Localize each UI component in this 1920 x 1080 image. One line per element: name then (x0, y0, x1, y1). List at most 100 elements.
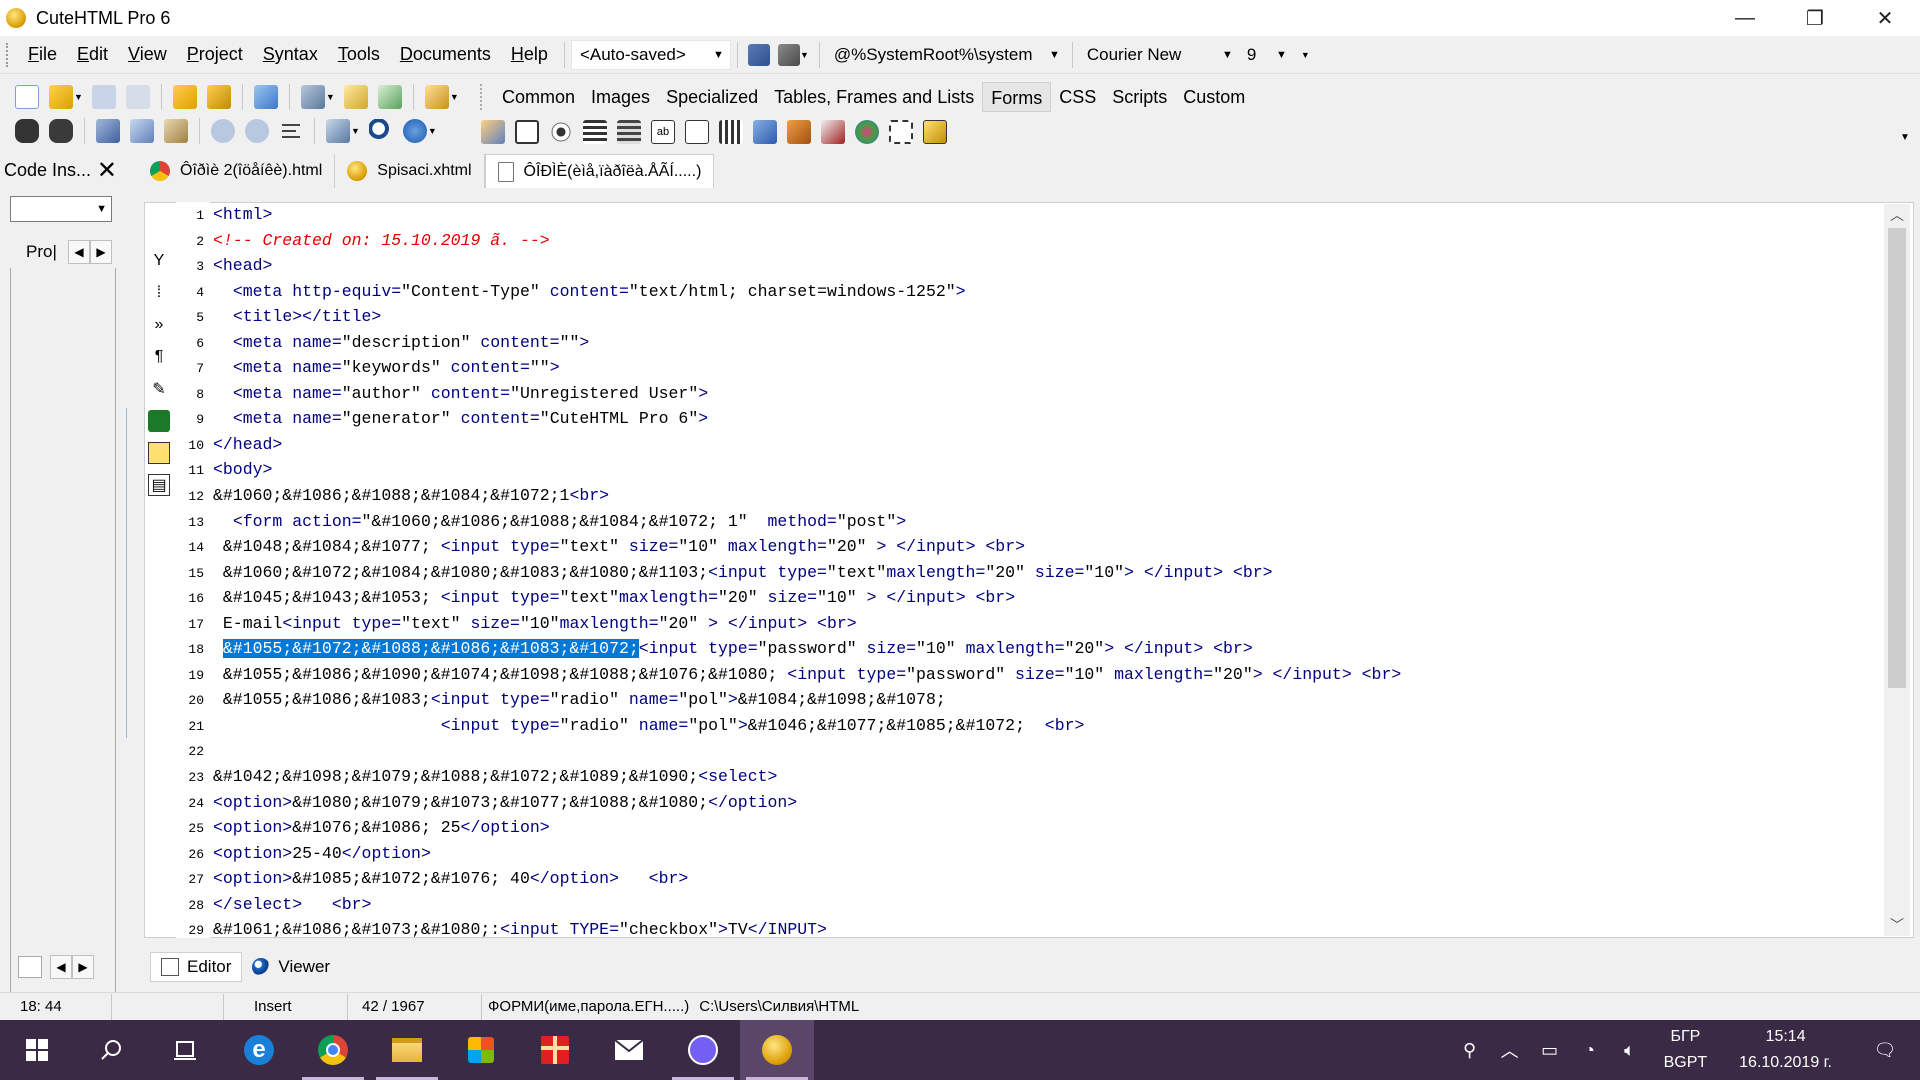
font-name-combo[interactable]: Courier New ▼ (1078, 39, 1239, 70)
cutehtml-icon[interactable] (740, 1020, 814, 1080)
document-tab[interactable]: ÔÎÐÌÈ(èìå,ïàðîëà.ÅÃÍ.....) (484, 154, 715, 188)
pencil-icon[interactable]: ✎ (148, 378, 170, 400)
drop-down-icon[interactable] (617, 120, 641, 144)
panel-right-arrow[interactable]: ▶ (72, 955, 94, 979)
code-line[interactable]: <!-- Created on: 15.10.2019 ã. --> (212, 228, 1882, 254)
document-tab[interactable]: Ôîðìè 2(îöåíêè).html (138, 154, 336, 188)
open-project-icon[interactable] (206, 85, 231, 109)
code-line[interactable]: &#1060;&#1072;&#1084;&#1080;&#1083;&#108… (212, 560, 1882, 586)
scroll-down-arrow[interactable]: ﹀ (1884, 914, 1910, 936)
inspector-tree[interactable] (10, 268, 116, 1068)
notification-icon[interactable]: 🗨︎ (1850, 1020, 1920, 1080)
undo-icon[interactable] (211, 119, 235, 143)
store-icon[interactable] (444, 1020, 518, 1080)
code-line[interactable]: &#1061;&#1086;&#1073;&#1080;:<input TYPE… (212, 917, 1882, 938)
code-line[interactable]: <html> (212, 202, 1882, 228)
chevron-down-icon[interactable]: ▼ (800, 50, 809, 60)
chevron-down-icon[interactable]: ▼ (450, 92, 459, 102)
volume-icon[interactable]: 🔈︎ (1610, 1020, 1650, 1080)
paste-icon[interactable] (164, 119, 188, 143)
code-line[interactable]: &#1055;&#1086;&#1083;<input type="radio"… (212, 687, 1882, 713)
tag-tab-tables-frames-and-lists[interactable]: Tables, Frames and Lists (766, 82, 982, 112)
clock[interactable]: 15:14 16.10.2019 г. (1739, 1024, 1832, 1076)
fieldset-icon[interactable] (923, 120, 947, 144)
browser-preview-icon[interactable] (402, 119, 427, 143)
select-icon[interactable] (719, 120, 743, 144)
code-line[interactable]: <form action="&#1060;&#1086;&#1088;&#108… (212, 509, 1882, 535)
more-icon[interactable]: » (148, 314, 170, 336)
tab-left-arrow[interactable]: ◀ (68, 240, 90, 264)
save-all-icon[interactable] (125, 85, 150, 109)
code-line[interactable]: E-mail<input type="text" size="10"maxlen… (212, 611, 1882, 637)
filter-icon[interactable]: Y (148, 250, 170, 272)
vertical-scrollbar[interactable]: ︿ ﹀ (1884, 204, 1910, 936)
tag-tab-specialized[interactable]: Specialized (658, 82, 766, 112)
people-icon[interactable]: ⚲ (1450, 1020, 1490, 1080)
table-icon[interactable]: ▤ (148, 474, 170, 496)
code-line[interactable]: &#1042;&#1098;&#1079;&#1088;&#1072;&#108… (212, 764, 1882, 790)
toolbar-grip[interactable] (6, 42, 10, 67)
code-line[interactable]: </head> (212, 432, 1882, 458)
spellcheck-icon[interactable] (326, 119, 350, 143)
tag-tab-forms[interactable]: Forms (982, 82, 1052, 112)
code-line[interactable]: &#1060;&#1086;&#1088;&#1084;&#1072;1<br> (212, 483, 1882, 509)
book-icon[interactable] (148, 410, 170, 432)
image-button-icon[interactable] (753, 120, 777, 144)
tab-editor[interactable]: Editor (150, 952, 243, 982)
minimize-button[interactable]: — (1710, 0, 1780, 36)
menu-edit[interactable]: Edit (67, 44, 118, 65)
code-line[interactable]: &#1055;&#1086;&#1090;&#1074;&#1098;&#108… (212, 662, 1882, 688)
charset-combo[interactable]: @%SystemRoot%\system ▼ (825, 39, 1066, 70)
code-line[interactable]: <meta name="keywords" content=""> (212, 355, 1882, 381)
code-line[interactable]: <option>&#1085;&#1072;&#1076; 40</option… (212, 866, 1882, 892)
find-icon[interactable] (15, 119, 39, 143)
autosaved-combo[interactable]: <Auto-saved> ▼ (570, 39, 731, 70)
close-icon[interactable]: ✕ (97, 156, 117, 185)
text-area-icon[interactable] (685, 120, 709, 144)
chevron-down-icon[interactable]: ▼ (326, 92, 335, 102)
close-button[interactable]: ✕ (1850, 0, 1920, 36)
code-line[interactable]: <option>&#1076;&#1086; 25</option> (212, 815, 1882, 841)
save-icon[interactable] (91, 85, 116, 109)
cut-icon[interactable] (96, 119, 120, 143)
replace-icon[interactable] (49, 119, 73, 143)
code-editor[interactable]: <html> <!-- Created on: 15.10.2019 ã. -->… (212, 202, 1882, 938)
menu-view[interactable]: View (118, 44, 177, 65)
chevron-down-icon[interactable]: ▼ (351, 126, 360, 136)
code-line[interactable]: </select> <br> (212, 892, 1882, 918)
restore-button[interactable]: ❐ (1780, 0, 1850, 36)
menu-syntax[interactable]: Syntax (253, 44, 328, 65)
code-line[interactable]: <meta http-equiv="Content-Type" content=… (212, 279, 1882, 305)
gift-icon[interactable] (518, 1020, 592, 1080)
toolbar-grip[interactable] (480, 84, 490, 110)
tag-tab-custom[interactable]: Custom (1175, 82, 1253, 112)
tag-tab-css[interactable]: CSS (1051, 82, 1104, 112)
panel-tab-label[interactable]: Pro| (10, 242, 68, 262)
remove-windows-icon[interactable] (777, 43, 800, 66)
document-tab[interactable]: Spisaci.xhtml (335, 154, 485, 188)
code-line[interactable]: <meta name="generator" content="CuteHTML… (212, 406, 1882, 432)
chevron-down-icon[interactable]: ▼ (1301, 50, 1310, 60)
radio-button-icon[interactable] (549, 120, 573, 144)
hidden-field-icon[interactable] (889, 120, 913, 144)
wifi-icon[interactable]: ◔ (1570, 1020, 1610, 1080)
code-line[interactable]: <meta name="author" content="Unregistere… (212, 381, 1882, 407)
menu-help[interactable]: Help (501, 44, 558, 65)
open-folder-icon[interactable] (172, 85, 197, 109)
redo-icon[interactable] (245, 119, 269, 143)
paragraph-icon[interactable]: ¶ (148, 346, 170, 368)
code-line[interactable] (212, 738, 1882, 764)
edge-icon[interactable]: e (222, 1020, 296, 1080)
menu-tools[interactable]: Tools (328, 44, 390, 65)
tag-tab-common[interactable]: Common (494, 82, 583, 112)
text-field-icon[interactable]: ab (651, 120, 675, 144)
font-size-combo[interactable]: 9 ▼ (1238, 39, 1293, 70)
file-field-icon[interactable] (787, 120, 811, 144)
scroll-up-arrow[interactable]: ︿ (1884, 204, 1910, 226)
viber-icon[interactable] (666, 1020, 740, 1080)
mail-icon[interactable] (592, 1020, 666, 1080)
windows-start-icon[interactable] (0, 1020, 74, 1080)
preview-icon[interactable] (368, 119, 393, 143)
code-line[interactable]: <head> (212, 253, 1882, 279)
form-icon[interactable] (481, 120, 505, 144)
